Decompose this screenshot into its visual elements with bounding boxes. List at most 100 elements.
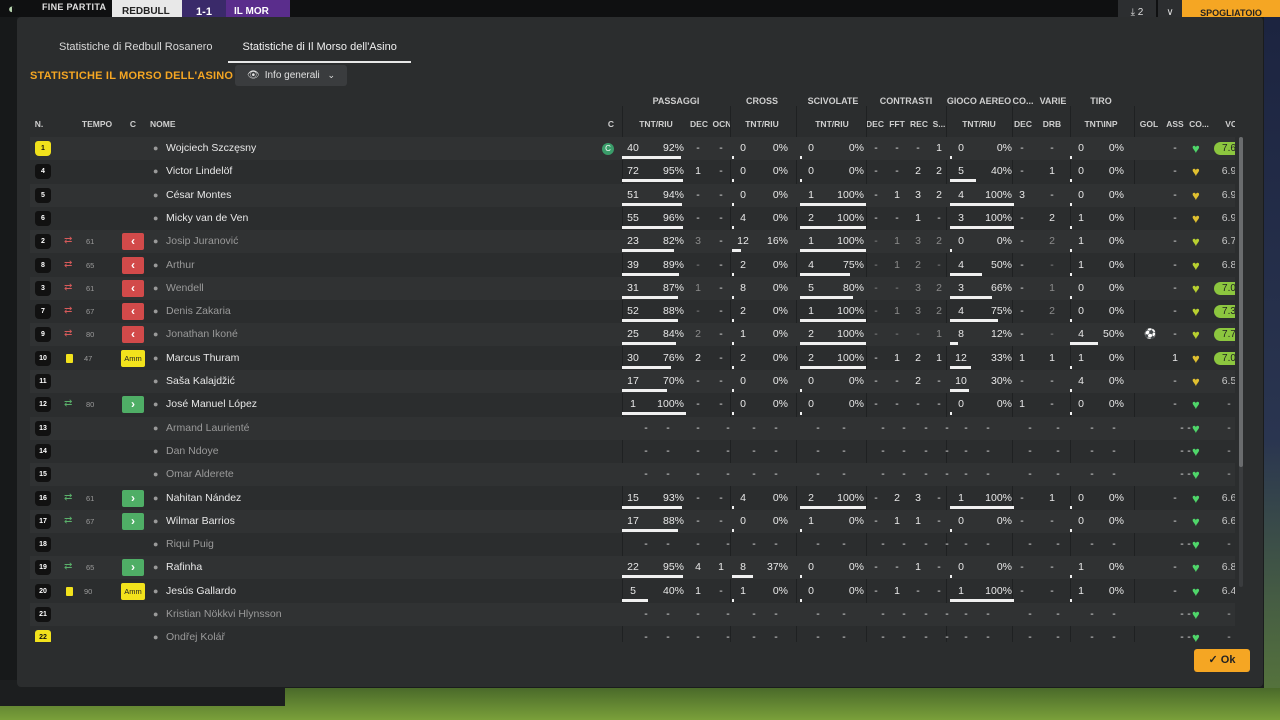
player-name[interactable]: Omar Alderete xyxy=(166,463,234,486)
player-name[interactable]: Dan Ndoye xyxy=(166,440,219,463)
table-row[interactable]: 16 ⇄ 61 › ● Nahitan Nández 15 93% - -4 0% 2 100% -2 3-… xyxy=(30,487,1235,510)
stats-view-dropdown[interactable]: 👁 Info generali ⌄ xyxy=(235,65,347,86)
player-name[interactable]: José Manuel López xyxy=(166,393,257,416)
player-name[interactable]: Arthur xyxy=(166,254,195,277)
table-row[interactable]: 15 ● Omar Alderete - - - - - - - - - - - - - - - - - - - - ♥ - xyxy=(30,463,1235,487)
column-header[interactable]: GOL xyxy=(1138,119,1160,129)
player-rating: 6.6 xyxy=(1221,491,1235,504)
empty-stat: - xyxy=(964,538,968,551)
player-name[interactable]: Armand Laurienté xyxy=(166,417,249,440)
column-header[interactable]: N. xyxy=(30,119,48,129)
slides-success-bar xyxy=(800,225,866,229)
player-name[interactable]: Wojciech Szczęsny xyxy=(166,137,256,160)
morale-heart-icon: ♥ xyxy=(1192,420,1200,436)
aerial-success-bar xyxy=(950,202,1014,206)
tab-home-stats[interactable]: Statistiche di Redbull Rosanero xyxy=(45,39,226,63)
table-row[interactable]: 12 ⇄ 80 › ● José Manuel López 1 100% - -0 0% 0 0% - - -… xyxy=(30,393,1235,416)
column-header[interactable]: FFT xyxy=(886,119,908,129)
table-row[interactable]: 2 ⇄ 61 ‹ ● Josip Juranović 23 82% 3-12 16% 1 100% -1… xyxy=(30,230,1235,254)
column-header[interactable]: DEC xyxy=(1012,119,1034,129)
download-button[interactable]: ⤓ 2 xyxy=(1118,0,1156,18)
stat-ocn: - xyxy=(719,211,723,224)
table-row[interactable]: 3 ⇄ 61 ‹ ● Wendell 31 87% 1-8 0% 5 80% - -3 2 3 66% -1 0 0%… xyxy=(30,276,1235,300)
table-row[interactable]: 8 ⇄ 65 ‹ ● Arthur 39 89% - -2 0% 4 75% -1 2-4 50% - -1 0% -… xyxy=(30,254,1235,277)
shots-success-bar xyxy=(1070,528,1072,532)
player-name[interactable]: Marcus Thuram xyxy=(166,347,239,370)
table-row[interactable]: 10 47 Amm ● Marcus Thuram 30 76% 2-2 0% 2 100% -1 2 1… xyxy=(30,347,1235,370)
passes-success-bar xyxy=(622,295,678,299)
table-row[interactable]: 21 ● Kristian Nökkvi Hlynsson - - - - - - - - - - - - -… xyxy=(30,603,1235,626)
player-name[interactable]: Wilmar Barrios xyxy=(166,510,235,533)
aerial-success: 33% xyxy=(990,351,1012,364)
stat-contrasti: - xyxy=(937,258,941,271)
empty-stat: - xyxy=(945,468,949,481)
stat-drb: - xyxy=(1050,258,1054,271)
stat-ocn: - xyxy=(719,584,723,597)
player-name[interactable]: César Montes xyxy=(166,184,231,207)
table-row[interactable]: 13 ● Armand Laurienté - - - - - - - - - - - - - - - - - - - - ♥… xyxy=(30,416,1235,440)
aerial-success: 30% xyxy=(990,375,1012,387)
empty-stat: - xyxy=(1056,421,1060,434)
aerial-success-bar xyxy=(950,249,952,253)
passes-success-bar xyxy=(622,365,671,369)
dressing-room-button[interactable]: SPOGLIATOIO xyxy=(1182,0,1280,18)
stat-co: - xyxy=(1020,165,1024,178)
table-row[interactable]: 14 ● Dan Ndoye - - - - - - - - - - - - - - - - - - - - ♥ - xyxy=(30,440,1235,463)
stat-dec: - xyxy=(696,258,700,271)
column-header[interactable]: TEMPO xyxy=(70,119,124,129)
column-header[interactable]: C xyxy=(124,119,142,129)
table-row[interactable]: 7 ⇄ 67 ‹ ● Denis Zakaria 52 88% - -2 0% 1 100% -1 3 2 4 7… xyxy=(30,300,1235,323)
slides-success-bar xyxy=(800,505,866,509)
player-name[interactable]: Nahitan Nández xyxy=(166,487,241,510)
column-header[interactable]: C xyxy=(602,119,620,129)
player-name[interactable]: Ondřej Kolář xyxy=(166,626,225,642)
aerial-success: 0% xyxy=(996,235,1012,248)
column-header[interactable]: ASS xyxy=(1163,119,1187,129)
empty-stat: - xyxy=(774,468,778,481)
table-row[interactable]: 9 ⇄ 80 ‹ ● Jonathan Ikoné 25 84% 2-1 0% 2 100% - - -1 8… xyxy=(30,323,1235,347)
tab-away-stats[interactable]: Statistiche di Il Morso dell'Asino xyxy=(228,39,411,63)
scrollbar-thumb[interactable] xyxy=(1239,137,1243,467)
empty-stat: - xyxy=(924,444,928,457)
player-name[interactable]: Jonathan Ikoné xyxy=(166,323,238,346)
column-header[interactable]: VOT xyxy=(1214,119,1235,129)
column-header[interactable]: REC xyxy=(908,119,930,129)
player-name[interactable]: Victor Lindelöf xyxy=(166,160,232,183)
stat-contrasti: - xyxy=(874,188,878,201)
player-name[interactable]: Jesús Gallardo xyxy=(166,580,236,603)
table-row[interactable]: 20 90 Amm ● Jesús Gallardo 5 40% 1-1 0% 0 0% -1- -1 1… xyxy=(30,580,1235,603)
player-name[interactable]: Micky van de Ven xyxy=(166,207,248,230)
player-name[interactable]: Josip Juranović xyxy=(166,230,238,253)
player-name[interactable]: Kristian Nökkvi Hlynsson xyxy=(166,603,282,626)
column-header[interactable]: TNT/RIU xyxy=(802,119,862,129)
player-name[interactable]: Riqui Puig xyxy=(166,533,214,556)
column-header[interactable]: NOME xyxy=(150,119,220,129)
table-row[interactable]: 4 ● Victor Lindelöf 72 95% 1-0 0% 0 0% - -2 2 5 40% -1… xyxy=(30,160,1235,183)
chevron-down-icon[interactable]: ∨ xyxy=(1158,0,1182,18)
column-header[interactable]: DRB xyxy=(1036,119,1068,129)
table-row[interactable]: 17 ⇄ 67 › ● Wilmar Barrios 17 88% - -0 0% 1 0% -1 1-0 0… xyxy=(30,509,1235,533)
table-row[interactable]: 11 ● Saša Kalajdžić 17 70% - -0 0% 0 0% - -2-10 30% -… xyxy=(30,370,1235,393)
column-header[interactable]: TNT\INP xyxy=(1070,119,1132,129)
table-row[interactable]: 19 ⇄ 65 › ● Rafinha 22 95% 4 1 8 37% 0 0% - -1-0 0% - -1 0%… xyxy=(30,556,1235,580)
table-row[interactable]: 22 ● Ondřej Kolář - - - - - - - - - - - - - - - - - - - - ♥ - xyxy=(30,626,1235,642)
stat-drb: 1 xyxy=(1049,351,1055,364)
player-name[interactable]: Rafinha xyxy=(166,556,202,579)
table-row[interactable]: 5 ● César Montes 51 94% - -0 0% 1 100% -1 3 2 4 100% 3-… xyxy=(30,183,1235,207)
slides-success: 0% xyxy=(848,165,864,178)
column-header[interactable]: TNT/RIU xyxy=(630,119,682,129)
ok-button[interactable]: ✓ Ok xyxy=(1194,649,1250,672)
player-name[interactable]: Wendell xyxy=(166,277,204,300)
column-header[interactable]: DEC xyxy=(864,119,886,129)
column-header[interactable]: TNT/RIU xyxy=(736,119,788,129)
column-header[interactable]: TNT/RIU xyxy=(948,119,1010,129)
shirt-number: 2 xyxy=(35,234,51,250)
stat-assists: - xyxy=(1173,328,1177,341)
column-header[interactable]: CO... xyxy=(1186,119,1212,129)
column-header[interactable]: DEC xyxy=(686,119,712,129)
table-row[interactable]: 1 ● Wojciech Szczęsny C 40 92% - -0 0% 0 0% - - -1 0 0%… xyxy=(30,137,1235,160)
player-name[interactable]: Saša Kalajdžić xyxy=(166,370,235,393)
table-row[interactable]: 6 ● Micky van de Ven 55 96% - -4 0% 2 100% - -1-3 10… xyxy=(30,207,1235,230)
table-row[interactable]: 18 ● Riqui Puig - - - - - - - - - - - - - - - - - - - - ♥ - xyxy=(30,533,1235,556)
player-name[interactable]: Denis Zakaria xyxy=(166,300,231,323)
